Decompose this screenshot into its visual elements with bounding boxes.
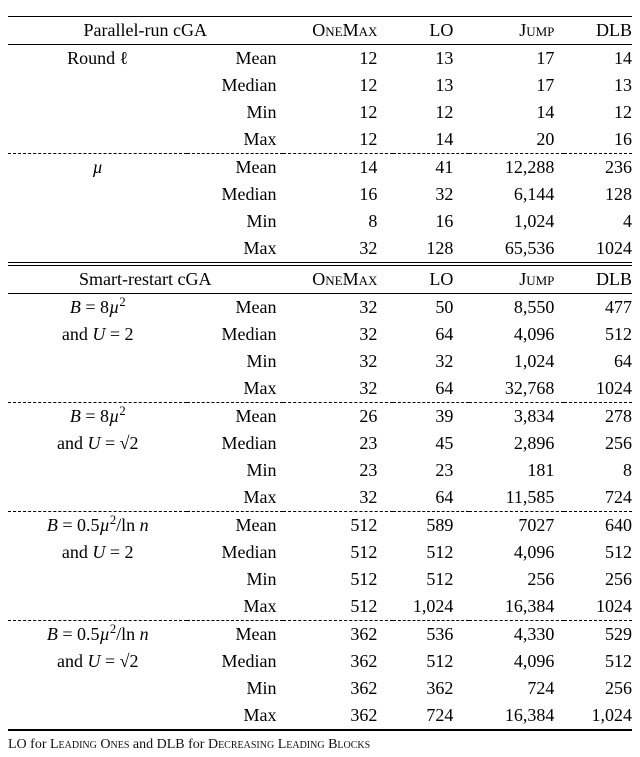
results-table: Parallel-run cGA OneMax LO Jump DLB Roun… xyxy=(8,16,632,731)
table-row: B = 8µ2 Mean 26393,834278 xyxy=(8,403,632,431)
table-row: Round ℓ Mean 12 13 17 14 xyxy=(8,45,632,73)
table-row: Max3212865,5361024 xyxy=(8,235,632,264)
group-label2: and U = √2 xyxy=(8,648,187,675)
table-row: Median16326,144128 xyxy=(8,181,632,208)
panel0-header-row: Parallel-run cGA OneMax LO Jump DLB xyxy=(8,17,632,45)
group-label: Round ℓ xyxy=(8,45,187,73)
group-label2: and U = 2 xyxy=(8,539,187,566)
table-row: Min23231818 xyxy=(8,457,632,484)
panel1-header-a: Smart-restart cGA xyxy=(8,264,283,294)
table-row: Min512512256256 xyxy=(8,566,632,593)
stat-name: Mean xyxy=(187,45,282,73)
table-row: Max12142016 xyxy=(8,126,632,154)
table-row: B = 0.5µ2/ln n Mean 5125897027640 xyxy=(8,512,632,540)
table-row: Min8161,0244 xyxy=(8,208,632,235)
group-label2: and U = √2 xyxy=(8,430,187,457)
table-row: and U = 2Median5125124,096512 xyxy=(8,539,632,566)
table-row: B = 8µ2 Mean 32508,550477 xyxy=(8,294,632,322)
table-row: Min12121412 xyxy=(8,99,632,126)
panel0-header-a: Parallel-run cGA xyxy=(8,17,283,45)
table-row: Max5121,02416,3841024 xyxy=(8,593,632,621)
table-row: µ Mean 144112,288236 xyxy=(8,154,632,182)
panel0-header-c: OneMax xyxy=(283,17,394,45)
table-row: and U = √2Median23452,896256 xyxy=(8,430,632,457)
panel0-header-f: DLB xyxy=(564,17,632,45)
group-label: µ xyxy=(8,154,187,182)
table-row: Max36272416,3841,024 xyxy=(8,702,632,730)
group-label: B = 0.5µ2/ln n xyxy=(8,512,187,540)
table-row: Min32321,02464 xyxy=(8,348,632,375)
group-label: B = 8µ2 xyxy=(8,403,187,431)
table-row: B = 0.5µ2/ln n Mean 3625364,330529 xyxy=(8,621,632,649)
group-label2: and U = 2 xyxy=(8,321,187,348)
panel1-header-row: Smart-restart cGA OneMax LO Jump DLB xyxy=(8,264,632,294)
table-row: and U = √2Median3625124,096512 xyxy=(8,648,632,675)
footnote: LO for Leading Ones and DLB for Decreasi… xyxy=(8,737,632,753)
table-row: Median12131713 xyxy=(8,72,632,99)
panel0-header-d: LO xyxy=(393,17,469,45)
table-row: Min362362724256 xyxy=(8,675,632,702)
table-row: and U = 2Median32644,096512 xyxy=(8,321,632,348)
group-label: B = 0.5µ2/ln n xyxy=(8,621,187,649)
group-label: B = 8µ2 xyxy=(8,294,187,322)
panel0-header-e: Jump xyxy=(469,17,564,45)
table-row: Max326411,585724 xyxy=(8,484,632,512)
table-row: Max326432,7681024 xyxy=(8,375,632,403)
